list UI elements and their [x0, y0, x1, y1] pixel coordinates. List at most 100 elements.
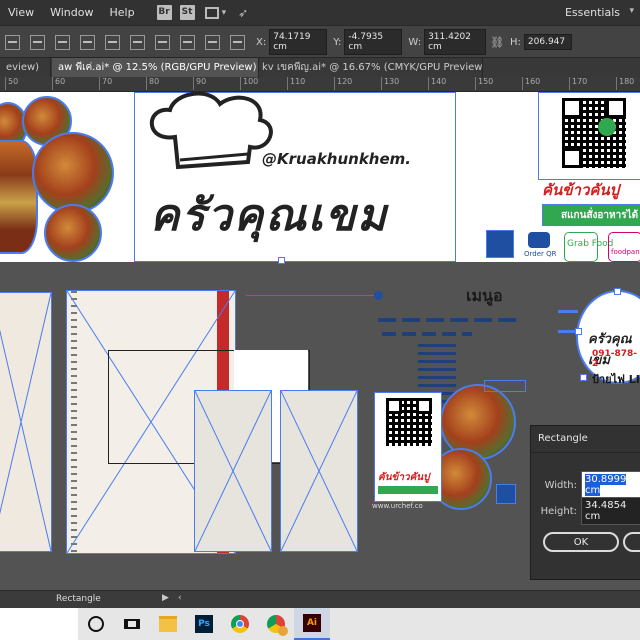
ruler-tick: 160 [522, 77, 540, 90]
status-bar: Rectangle ▶ ‹ [0, 590, 640, 609]
status-play-icon[interactable]: ▶ [162, 593, 169, 603]
grab-food-logo: Grab Food [564, 232, 613, 262]
align-left-icon[interactable] [5, 34, 20, 50]
foodpanda-logo: foodpanda [608, 232, 640, 262]
brand-handle: @Kruakhunkhem. [262, 150, 411, 168]
selection-handle[interactable] [575, 328, 582, 335]
control-bar: X: 74.1719 cm Y: -4.7935 cm W: 311.4202 cm … [0, 25, 640, 58]
task-view-icon[interactable] [114, 608, 150, 640]
ruler-tick: 110 [287, 77, 305, 90]
width-label: Width: [544, 479, 577, 491]
height-input[interactable]: 34.4854 cm [581, 497, 640, 525]
red-banner-text: คันข้าวคันปู [542, 181, 620, 199]
chrome-icon[interactable] [222, 608, 258, 640]
menu-photo-left[interactable] [0, 292, 52, 552]
file-explorer-icon[interactable] [150, 608, 186, 640]
selection-handle-bar[interactable] [558, 310, 578, 313]
ruler-tick: 120 [334, 77, 352, 90]
food-photo-circle[interactable] [32, 132, 114, 214]
document-tab-bar: eview) aw พีเค่.ai* @ 12.5% (RGB/GPU Pre… [0, 57, 640, 78]
ur-logo-icon[interactable] [486, 230, 514, 258]
distribute-left-icon[interactable] [155, 34, 170, 50]
width-input[interactable]: 30.8999 cm [581, 471, 640, 499]
tab-aw-document[interactable]: aw พีเค่.ai* @ 12.5% (RGB/GPU Preview)✕ [52, 58, 259, 78]
guide-line [246, 295, 376, 296]
ruler-tick: 140 [428, 77, 446, 90]
tab-label: eview) [6, 62, 40, 73]
menu-help[interactable]: Help [101, 6, 142, 19]
ruler-tick: 170 [569, 77, 587, 90]
ruler-tick: 50 [5, 77, 18, 90]
transform-reference-icon[interactable] [230, 34, 245, 50]
align-right-icon[interactable] [55, 34, 70, 50]
workspace-switcher[interactable]: Essentials [565, 6, 620, 19]
menu-bar: View Window Help Br St ▾ ➶ Essentials ▾ [0, 0, 640, 25]
horizontal-ruler[interactable]: 50 60 70 80 90 100 110 120 130 140 150 1… [0, 77, 640, 92]
align-hcenter-icon[interactable] [30, 34, 45, 50]
ruler-tick: 180 [616, 77, 634, 90]
small-selection-box[interactable] [484, 380, 526, 392]
grab-food-label: Grab Food [567, 239, 614, 249]
cancel-button[interactable] [623, 532, 640, 552]
tab-previous-document[interactable]: eview) [0, 58, 51, 78]
green-banner-text: สแกนสั่งอาหารได้ [561, 210, 639, 221]
qr-card-green-strip [378, 486, 438, 494]
x-label: X: [256, 36, 267, 48]
ur-logo-icon[interactable] [496, 484, 516, 504]
line-logo-icon [598, 118, 616, 136]
food-photo-circle[interactable] [44, 204, 102, 262]
distribute-right-icon[interactable] [205, 34, 220, 50]
food-photo-tray[interactable] [0, 140, 38, 254]
selection-handle[interactable] [278, 257, 285, 264]
ok-button[interactable]: OK [543, 532, 619, 552]
menu-text-line [382, 332, 472, 336]
tab-label: kv เขคพีญ.ai* @ 16.67% (CMYK/GPU Preview… [262, 62, 483, 73]
chevron-down-icon[interactable]: ▾ [222, 8, 227, 18]
qr-corner [386, 398, 402, 414]
arrange-documents-icon[interactable] [204, 6, 219, 19]
align-vcenter-icon[interactable] [105, 34, 120, 50]
ruler-tick: 100 [240, 77, 258, 90]
ruler-tick: 130 [381, 77, 399, 90]
menu-window[interactable]: Window [42, 6, 101, 19]
search-circle-icon[interactable] [78, 608, 114, 640]
chrome-profile-icon[interactable] [258, 608, 294, 640]
selection-handle[interactable] [580, 374, 587, 381]
distribute-center-icon[interactable] [180, 34, 195, 50]
ruler-tick: 90 [193, 77, 206, 90]
ruler-tick: 70 [99, 77, 112, 90]
align-top-icon[interactable] [80, 34, 95, 50]
menu-photo-small[interactable] [194, 390, 272, 552]
width-field[interactable]: 311.4202 cm [424, 29, 487, 55]
selection-cross [0, 293, 51, 551]
y-field[interactable]: -4.7935 cm [344, 29, 403, 55]
sign-label: ป้ายไฟ LI [592, 373, 640, 386]
status-chevron-icon[interactable]: ‹ [178, 593, 182, 603]
windows-taskbar: Ps Ai [0, 608, 640, 640]
h-label: H: [510, 36, 521, 48]
illustrator-icon[interactable]: Ai [294, 608, 330, 640]
stock-icon[interactable]: St [179, 5, 195, 20]
y-label: Y: [333, 36, 342, 48]
taskbar-search-area[interactable] [0, 608, 78, 640]
gpu-performance-icon[interactable]: ➶ [238, 6, 248, 20]
selection-handle[interactable] [614, 288, 621, 295]
x-field[interactable]: 74.1719 cm [269, 29, 328, 55]
tab-kv-document[interactable]: kv เขคพีญ.ai* @ 16.67% (CMYK/GPU Preview… [256, 58, 483, 78]
align-bottom-icon[interactable] [130, 34, 145, 50]
bridge-icon[interactable]: Br [156, 5, 172, 20]
qr-card-banner: คันข้าวคันปู [378, 472, 430, 483]
rectangle-dialog[interactable]: Rectangle Width: 30.8999 cm Height: 34.4… [530, 425, 640, 580]
selection-cross [281, 391, 357, 551]
facebook-icon [374, 291, 383, 300]
chef-hat-logo-icon [149, 92, 273, 170]
menu-view[interactable]: View [0, 6, 42, 19]
workspace-chevron-icon[interactable]: ▾ [629, 6, 634, 16]
link-proportions-icon[interactable]: ⛓ [490, 36, 504, 49]
photoshop-icon[interactable]: Ps [186, 608, 222, 640]
menu-photo-small[interactable] [280, 390, 358, 552]
menu-text-line [378, 318, 518, 322]
height-field[interactable]: 206.947 [523, 34, 572, 50]
green-banner[interactable]: สแกนสั่งอาหารได้ [542, 204, 640, 226]
menu-heading: เมนูอ [466, 286, 503, 305]
